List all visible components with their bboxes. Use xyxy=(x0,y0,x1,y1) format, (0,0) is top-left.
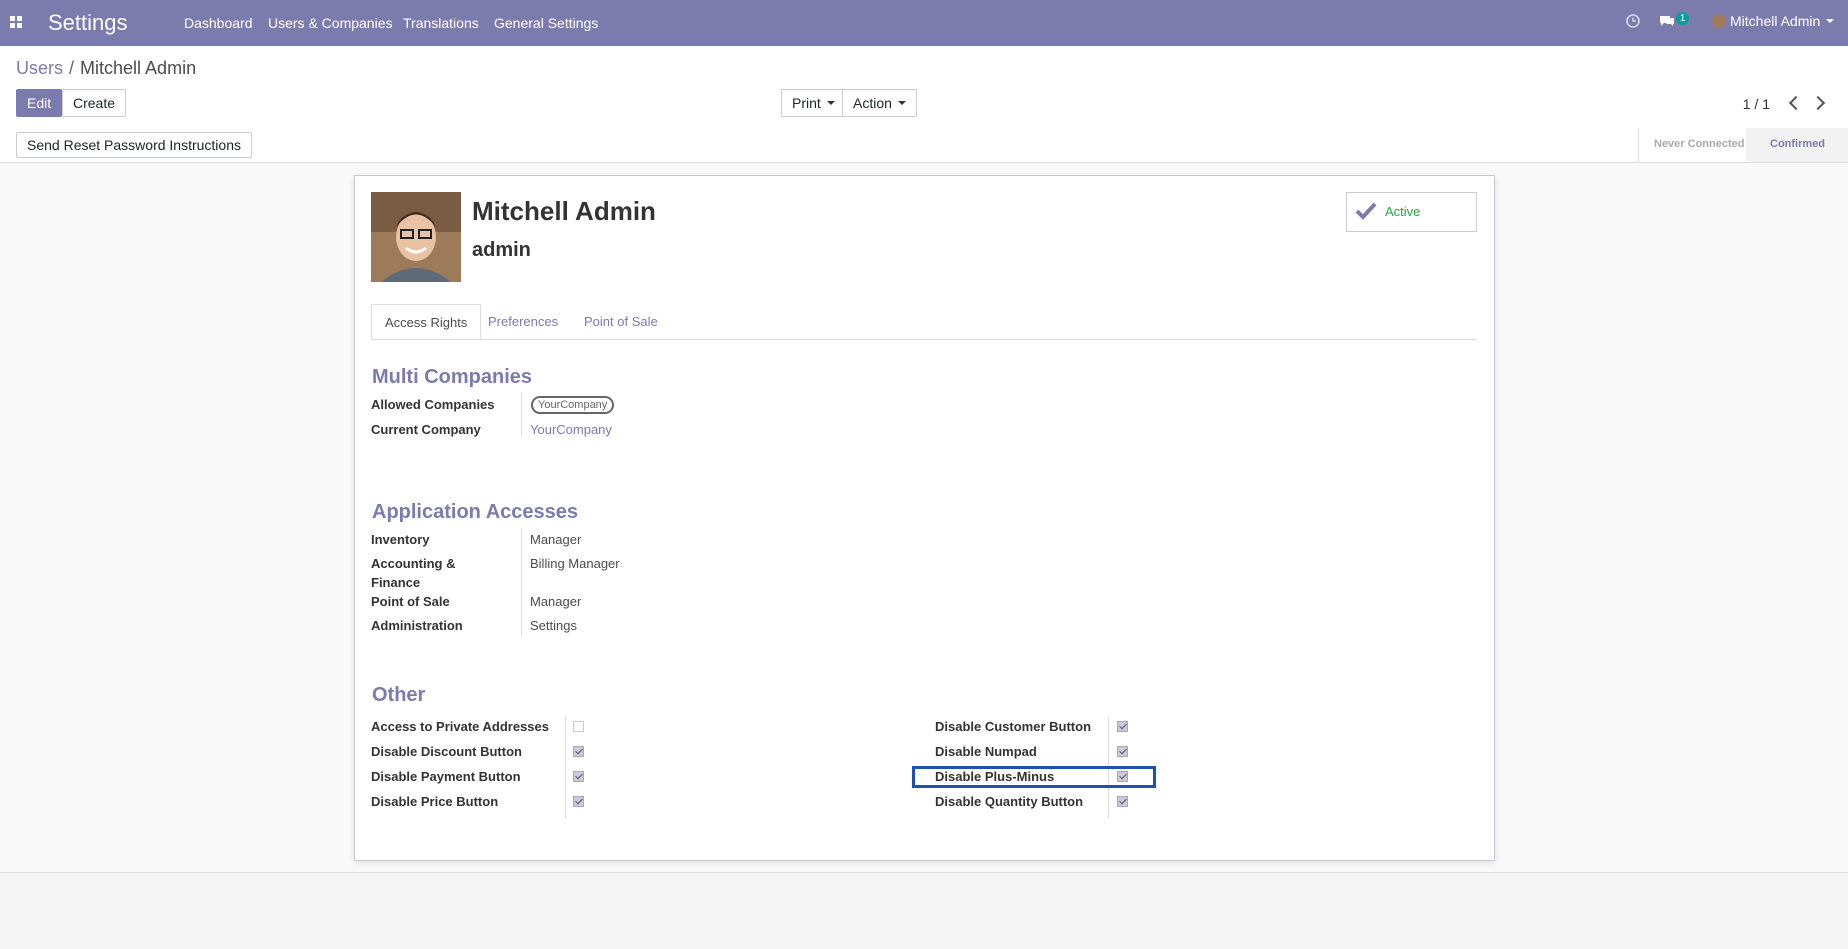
control-panel: Users / Mitchell Admin Edit Create Print A… xyxy=(0,46,1848,129)
chevron-down-icon xyxy=(826,101,835,105)
create-button[interactable]: Create xyxy=(62,89,127,117)
form-sheet: Mitchell Admin admin Active Access Right… xyxy=(354,175,1495,861)
section-multi-companies-title: Multi Companies xyxy=(372,366,533,388)
administration-value[interactable]: Settings xyxy=(530,618,577,633)
allowed-companies-label: Allowed Companies xyxy=(371,397,495,412)
print-dropdown[interactable]: Print xyxy=(781,89,846,117)
breadcrumb: Users / Mitchell Admin xyxy=(16,58,196,79)
activity-clock-icon[interactable] xyxy=(1625,13,1641,32)
breadcrumb-users-link[interactable]: Users xyxy=(16,58,63,78)
highlight-box xyxy=(912,766,1156,788)
top-navbar: Settings Dashboard Users & Companies Tra… xyxy=(0,0,1848,46)
user-name-heading: Mitchell Admin xyxy=(472,196,656,226)
inventory-value[interactable]: Manager xyxy=(530,532,581,547)
tab-preferences[interactable]: Preferences xyxy=(475,304,571,339)
tab-access-rights[interactable]: Access Rights xyxy=(371,304,482,339)
tab-point-of-sale[interactable]: Point of Sale xyxy=(571,304,671,339)
messages-count-badge: 1 xyxy=(1675,12,1690,25)
disable-payment-label: Disable Payment Button xyxy=(371,769,521,784)
active-label: Active xyxy=(1385,204,1421,219)
disable-customer-checkbox[interactable] xyxy=(1117,721,1128,732)
messages-icon[interactable]: 1 xyxy=(1658,12,1693,33)
private-addresses-checkbox[interactable] xyxy=(573,721,584,732)
stage-confirmed: Confirmed xyxy=(1770,138,1825,150)
apps-menu-icon[interactable] xyxy=(10,16,24,28)
disable-numpad-checkbox[interactable] xyxy=(1117,746,1128,757)
pager-value[interactable]: 1 / 1 xyxy=(1743,96,1770,112)
point-of-sale-value[interactable]: Manager xyxy=(530,594,581,609)
disable-payment-checkbox[interactable] xyxy=(573,771,584,782)
active-toggle-button[interactable]: Active xyxy=(1346,192,1477,232)
company-tag[interactable]: YourCompany xyxy=(531,396,615,414)
user-photo[interactable] xyxy=(371,192,461,282)
disable-quantity-checkbox[interactable] xyxy=(1117,796,1128,807)
tab-bar: Access Rights Preferences Point of Sale xyxy=(371,304,1477,340)
pager-next-icon[interactable] xyxy=(1810,95,1826,111)
disable-price-label: Disable Price Button xyxy=(371,794,499,809)
private-addresses-label: Access to Private Addresses xyxy=(371,719,550,734)
status-bar: Send Reset Password Instructions Never C… xyxy=(0,128,1848,163)
stage-never-connected: Never Connected xyxy=(1654,138,1745,150)
menu-dashboard[interactable]: Dashboard xyxy=(184,15,253,31)
disable-price-checkbox[interactable] xyxy=(573,796,584,807)
menu-general-settings[interactable]: General Settings xyxy=(494,15,598,31)
user-menu[interactable]: Mitchell Admin xyxy=(1712,13,1835,29)
menu-users-companies[interactable]: Users & Companies xyxy=(268,15,393,31)
accounting-label-line2: Finance xyxy=(371,575,421,590)
edit-button[interactable]: Edit xyxy=(16,89,63,117)
app-title: Settings xyxy=(48,10,128,35)
check-icon xyxy=(1355,202,1377,220)
user-login: admin xyxy=(472,239,531,261)
field-divider xyxy=(521,528,522,636)
accounting-value[interactable]: Billing Manager xyxy=(530,556,620,571)
print-label: Print xyxy=(792,95,821,111)
section-application-accesses-title: Application Accesses xyxy=(372,501,579,523)
action-dropdown[interactable]: Action xyxy=(842,89,917,117)
disable-customer-label: Disable Customer Button xyxy=(935,719,1092,734)
disable-discount-label: Disable Discount Button xyxy=(371,744,522,759)
send-reset-password-button[interactable]: Send Reset Password Instructions xyxy=(16,132,252,158)
disable-quantity-label: Disable Quantity Button xyxy=(935,794,1084,809)
administration-label: Administration xyxy=(371,618,463,633)
accounting-label: Accounting & xyxy=(371,556,456,571)
action-label: Action xyxy=(853,95,892,111)
field-divider xyxy=(565,716,566,818)
section-other-title: Other xyxy=(372,684,426,706)
point-of-sale-label: Point of Sale xyxy=(371,594,450,609)
menu-translations[interactable]: Translations xyxy=(403,15,479,31)
user-name: Mitchell Admin xyxy=(1730,13,1821,29)
current-company-link[interactable]: YourCompany xyxy=(530,422,612,437)
breadcrumb-separator: / xyxy=(69,58,75,78)
user-avatar xyxy=(1712,14,1726,28)
stage-divider xyxy=(1638,128,1639,162)
pager-previous-icon[interactable] xyxy=(1788,95,1804,111)
chevron-down-icon xyxy=(897,101,906,105)
chatter-area xyxy=(0,873,1848,949)
breadcrumb-current: Mitchell Admin xyxy=(80,58,197,78)
field-divider xyxy=(521,392,522,436)
current-company-label: Current Company xyxy=(371,422,481,437)
disable-discount-checkbox[interactable] xyxy=(573,746,584,757)
inventory-label: Inventory xyxy=(371,532,430,547)
disable-numpad-label: Disable Numpad xyxy=(935,744,1037,759)
chevron-down-icon xyxy=(1826,19,1835,23)
